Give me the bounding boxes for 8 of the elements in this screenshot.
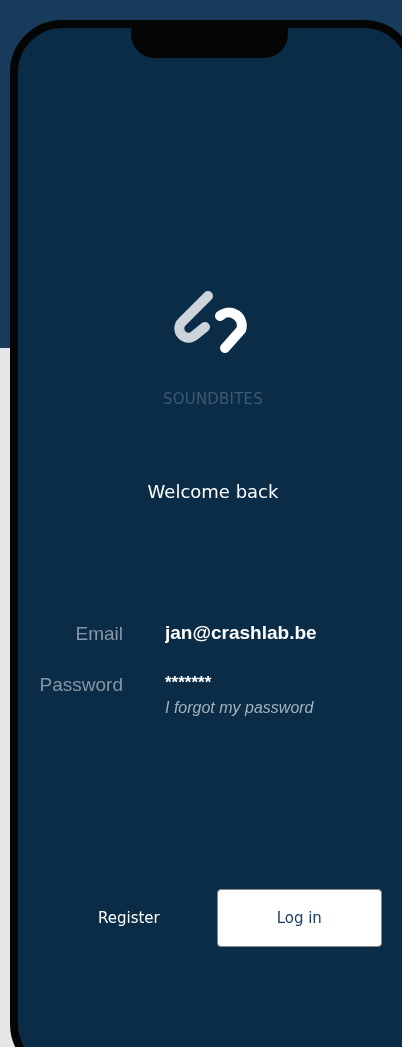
forgot-password-link[interactable]: I forgot my password: [165, 699, 314, 717]
email-field[interactable]: jan@crashlab.be: [165, 622, 379, 644]
register-button[interactable]: Register: [90, 901, 168, 935]
welcome-heading: Welcome back: [147, 481, 279, 502]
email-label: Email: [74, 622, 123, 645]
password-field[interactable]: *******: [165, 673, 314, 693]
login-button[interactable]: Log in: [216, 889, 382, 947]
password-label: Password: [38, 673, 123, 696]
